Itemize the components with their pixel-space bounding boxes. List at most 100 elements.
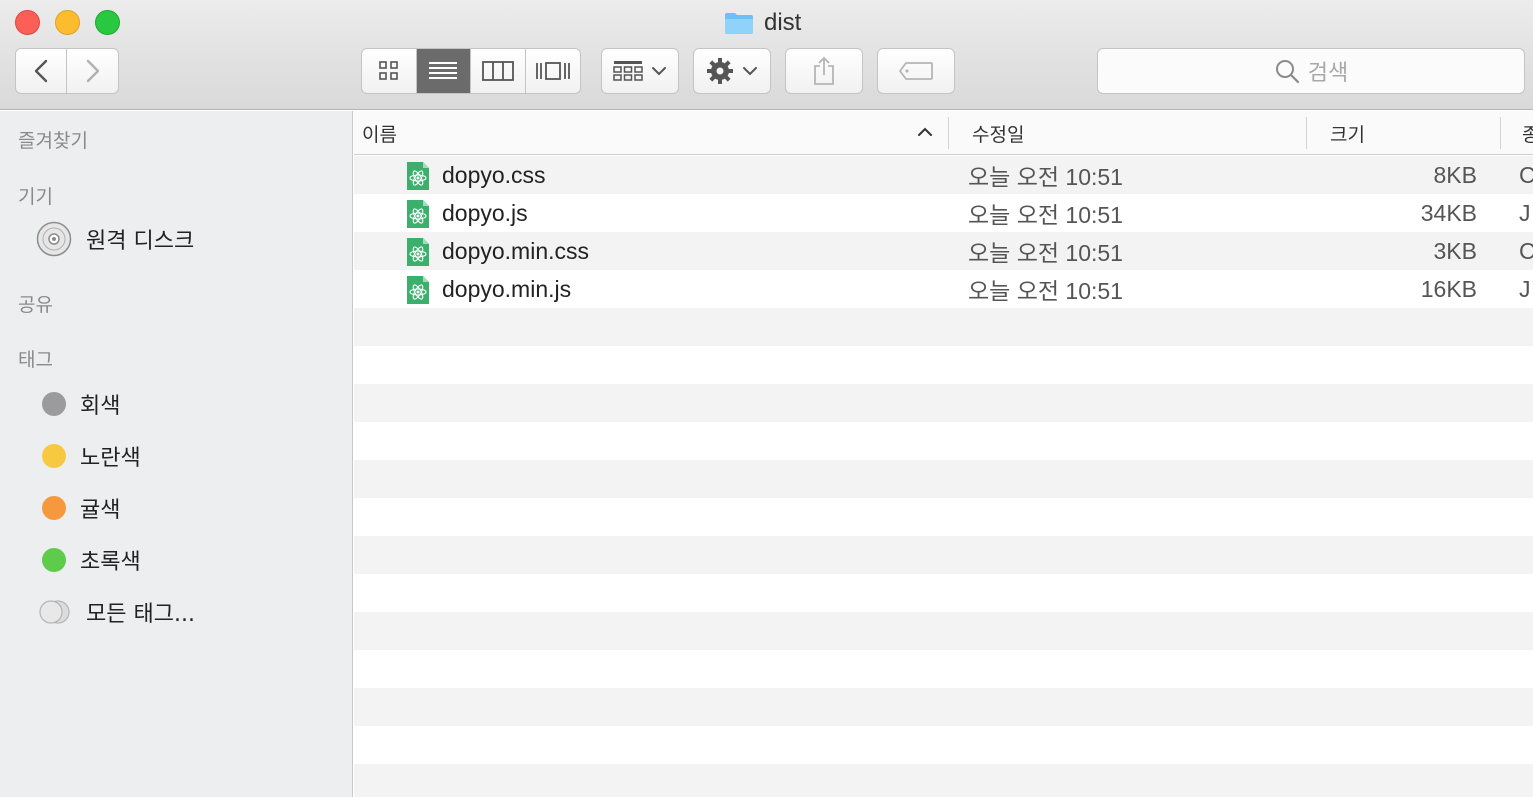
chevron-down-icon <box>652 67 666 76</box>
file-modified: 오늘 오전 10:51 <box>968 202 1123 228</box>
column-header-name[interactable]: 이름 <box>362 111 397 155</box>
atom-file-icon <box>407 162 429 190</box>
atom-file-icon <box>407 238 429 266</box>
empty-row <box>354 422 1533 460</box>
file-name: dopyo.css <box>442 161 546 188</box>
gear-icon <box>707 58 733 84</box>
grid-icon <box>378 61 398 80</box>
file-kind: J <box>1519 199 1531 226</box>
share-button[interactable] <box>785 48 863 94</box>
tag-button[interactable] <box>877 48 955 94</box>
cover-flow-view-button[interactable] <box>526 49 581 93</box>
empty-row <box>354 384 1533 422</box>
sidebar-tag-yellow[interactable]: 노란색 <box>36 438 141 474</box>
column-header-size[interactable]: 크기 <box>1330 111 1365 155</box>
sidebar-heading-shared: 공유 <box>18 294 53 316</box>
file-row[interactable]: dopyo.js 오늘 오전 10:51 34KB J <box>354 194 1533 232</box>
green-tag-icon <box>42 548 66 572</box>
file-list: 이름 수정일 크기 종 dopyo.css 오늘 오전 10:51 8KB C … <box>354 111 1533 797</box>
gray-tag-icon <box>42 392 66 416</box>
sidebar-item-label: 모든 태그... <box>86 602 195 627</box>
file-modified: 오늘 오전 10:51 <box>968 278 1123 304</box>
view-mode-control <box>361 48 581 94</box>
sidebar-item-label: 노란색 <box>80 446 141 471</box>
sidebar-item-label: 귤색 <box>80 498 121 523</box>
close-window-button[interactable] <box>15 10 40 35</box>
empty-row <box>354 308 1533 346</box>
disk-icon <box>36 221 72 257</box>
sidebar-all-tags[interactable]: 모든 태그... <box>36 594 195 630</box>
sidebar-tag-green[interactable]: 초록색 <box>36 542 141 578</box>
zoom-window-button[interactable] <box>95 10 120 35</box>
column-header: 이름 수정일 크기 종 <box>354 111 1533 155</box>
yellow-tag-icon <box>42 444 66 468</box>
atom-file-icon <box>407 200 429 228</box>
empty-row <box>354 346 1533 384</box>
column-divider[interactable] <box>1500 117 1501 149</box>
column-header-kind[interactable]: 종 <box>1522 111 1533 155</box>
column-divider[interactable] <box>948 117 949 149</box>
back-button[interactable] <box>16 49 68 93</box>
empty-row <box>354 726 1533 764</box>
sidebar-heading-devices: 기기 <box>18 186 53 208</box>
sort-ascending-icon <box>918 127 932 136</box>
empty-row <box>354 574 1533 612</box>
search-placeholder: 검색 <box>1307 61 1349 86</box>
file-kind: C <box>1519 237 1533 264</box>
minimize-window-button[interactable] <box>55 10 80 35</box>
column-header-label: 종 <box>1522 123 1533 146</box>
arrange-menu-button[interactable] <box>601 48 679 94</box>
sidebar-item-label: 회색 <box>80 394 121 419</box>
share-icon <box>814 56 834 85</box>
file-kind: J <box>1519 275 1531 302</box>
action-menu-button[interactable] <box>693 48 771 94</box>
columns-icon <box>481 61 514 81</box>
chevron-right-icon <box>86 59 99 83</box>
folder-icon <box>725 13 753 34</box>
sidebar-item-label: 초록색 <box>80 550 141 575</box>
window-title-text: dist <box>764 9 802 36</box>
column-header-label: 이름 <box>362 123 397 146</box>
file-size: 8KB <box>1433 161 1477 188</box>
sidebar-heading-tags: 태그 <box>18 349 53 371</box>
list-icon <box>429 62 458 79</box>
all-tags-icon <box>39 600 70 624</box>
file-row[interactable]: dopyo.min.css 오늘 오전 10:51 3KB C <box>354 232 1533 270</box>
column-divider[interactable] <box>1306 117 1307 149</box>
column-view-button[interactable] <box>471 49 526 93</box>
sidebar-tag-orange[interactable]: 귤색 <box>36 490 120 526</box>
column-header-label: 수정일 <box>972 123 1025 146</box>
icon-view-button[interactable] <box>362 49 417 93</box>
empty-row <box>354 764 1533 797</box>
file-size: 16KB <box>1420 275 1477 302</box>
chevron-left-icon <box>34 59 48 83</box>
file-name: dopyo.min.css <box>442 237 590 264</box>
file-row[interactable]: dopyo.min.js 오늘 오전 10:51 16KB J <box>354 270 1533 308</box>
sidebar-heading-favorites: 즐겨찾기 <box>18 130 88 152</box>
empty-row <box>354 650 1533 688</box>
file-modified: 오늘 오전 10:51 <box>968 240 1123 266</box>
chevron-down-icon <box>743 67 757 76</box>
window-title: dist <box>724 8 801 38</box>
file-name: dopyo.min.js <box>442 275 572 302</box>
file-size: 3KB <box>1433 237 1477 264</box>
file-size: 34KB <box>1420 199 1477 226</box>
file-name: dopyo.js <box>442 199 528 226</box>
sidebar: 즐겨찾기 기기 원격 디스크 공유 태그 회색 노란색 귤색 초록색 모든 태그… <box>0 111 353 797</box>
column-header-modified[interactable]: 수정일 <box>972 111 1024 155</box>
empty-row <box>354 688 1533 726</box>
search-icon <box>1275 60 1299 84</box>
sidebar-item-label: 원격 디스크 <box>86 229 195 254</box>
forward-button[interactable] <box>67 49 118 93</box>
search-field[interactable]: 검색 <box>1097 48 1525 94</box>
empty-row <box>354 498 1533 536</box>
file-modified: 오늘 오전 10:51 <box>968 164 1123 190</box>
cover-flow-icon <box>535 62 570 80</box>
window-toolbar: dist 검색 <box>0 0 1533 110</box>
list-view-button[interactable] <box>416 49 471 93</box>
tag-icon <box>899 62 933 80</box>
sidebar-tag-gray[interactable]: 회색 <box>36 386 120 422</box>
column-header-label: 크기 <box>1330 123 1365 146</box>
sidebar-item-remote-disc[interactable]: 원격 디스크 <box>36 221 194 257</box>
file-row[interactable]: dopyo.css 오늘 오전 10:51 8KB C <box>354 156 1533 194</box>
